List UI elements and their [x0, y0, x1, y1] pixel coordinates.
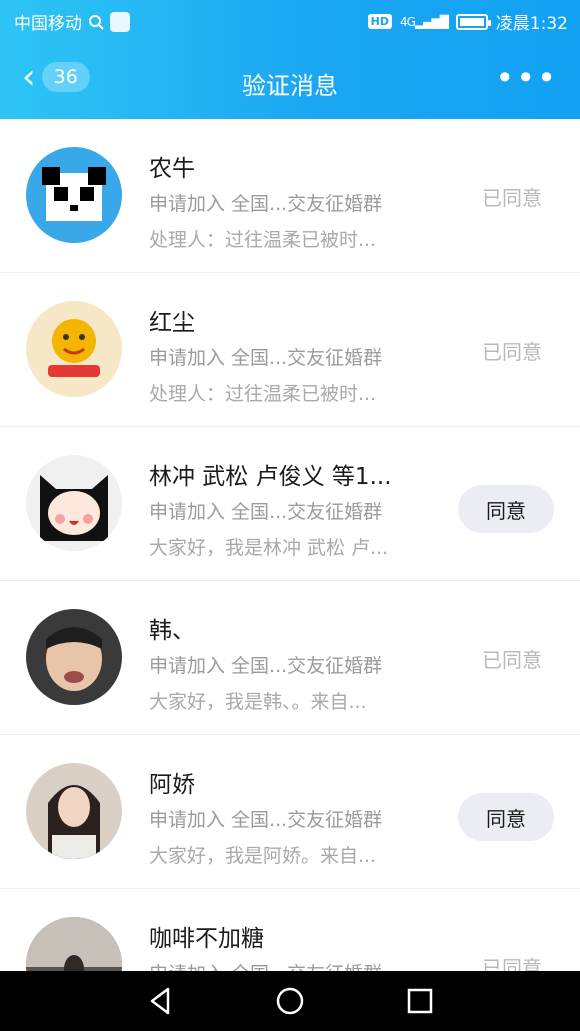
notification-app-icon [110, 11, 130, 32]
hd-icon: HD [367, 14, 392, 29]
request-detail: 大家好，我是阿娇。来自... [149, 845, 377, 867]
carrier-label: 中国移动 [14, 14, 82, 34]
list-item[interactable]: 农牛 申请加入 全国...交友征婚群 处理人：过往温柔已被时... 已同意 [0, 119, 580, 273]
battery-icon [455, 13, 491, 30]
page-title: 验证消息 [242, 72, 338, 100]
requester-name: 林冲 武松 卢俊义 等1... [149, 464, 392, 490]
avatar [26, 147, 122, 243]
panda-avatar-image [42, 167, 106, 221]
avatar [26, 455, 122, 551]
list-item[interactable]: 红尘 申请加入 全国...交友征婚群 处理人：过往温柔已被时... 已同意 [0, 273, 580, 427]
status-label: 已同意 [482, 186, 542, 210]
child-photo-avatar-image [46, 627, 102, 691]
request-group: 申请加入 全国...交友征婚群 [149, 193, 383, 215]
requester-name: 韩、 [149, 618, 195, 644]
request-group: 申请加入 全国...交友征婚群 [149, 809, 383, 831]
requester-name: 农牛 [149, 156, 195, 182]
signal-icon: 4G▂▄▆█ [399, 14, 449, 29]
status-label: 已同意 [482, 956, 542, 971]
network-type-label: 4G [399, 14, 416, 29]
back-triangle-icon[interactable] [144, 985, 176, 1017]
landscape-avatar-image [26, 917, 122, 971]
top-header: 中国移动 HD 4G▂▄▆█ 凌晨1:32 ‹ 36 验证消息 ••• [0, 0, 580, 119]
avatar [26, 609, 122, 705]
system-nav-bar [0, 971, 580, 1031]
request-detail: 处理人：过往温柔已被时... [149, 383, 377, 405]
status-label: 已同意 [482, 340, 542, 364]
agree-button[interactable]: 同意 [458, 485, 554, 533]
list-item[interactable]: 韩、 申请加入 全国...交友征婚群 大家好，我是韩、。来自... 已同意 [0, 581, 580, 735]
recent-apps-square-icon[interactable] [404, 985, 436, 1017]
search-icon [89, 14, 104, 30]
request-group: 申请加入 全国...交友征婚群 [149, 655, 383, 677]
request-detail: 大家好，我是韩、。来自... [149, 691, 367, 713]
status-bar: 中国移动 HD 4G▂▄▆█ 凌晨1:32 [0, 0, 580, 40]
agree-button[interactable]: 同意 [458, 793, 554, 841]
request-detail: 处理人：过往温柔已被时... [149, 229, 377, 251]
request-group: 申请加入 全国...交友征婚群 [149, 501, 383, 523]
more-options-button[interactable]: ••• [495, 62, 558, 94]
woman-photo-avatar-image [48, 785, 100, 859]
home-circle-icon[interactable] [274, 985, 306, 1017]
list-item[interactable]: 林冲 武松 卢俊义 等1... 申请加入 全国...交友征婚群 大家好，我是林冲… [0, 427, 580, 581]
nav-bar: ‹ 36 验证消息 ••• [0, 44, 580, 116]
cat-avatar-image [40, 475, 108, 541]
requester-name: 阿娇 [149, 772, 195, 798]
clock-label: 凌晨1:32 [495, 14, 568, 34]
request-group: 申请加入 全国...交友征婚群 [149, 347, 383, 369]
request-group: 申请加入 全国...交友征婚群 [149, 959, 382, 971]
list-item[interactable]: 阿娇 申请加入 全国...交友征婚群 大家好，我是阿娇。来自... 同意 [0, 735, 580, 889]
avatar [26, 763, 122, 859]
status-label: 已同意 [482, 648, 542, 672]
list-item[interactable]: 咖啡不加糖 申请加入 全国...交友征婚群 已同意 [0, 889, 580, 971]
verification-list: 农牛 申请加入 全国...交友征婚群 处理人：过往温柔已被时... 已同意 红尘… [0, 119, 580, 971]
avatar [26, 301, 122, 397]
requester-name: 红尘 [149, 310, 195, 336]
cartoon-avatar-image [48, 319, 100, 377]
requester-name: 咖啡不加糖 [149, 926, 264, 952]
avatar [26, 917, 122, 971]
request-detail: 大家好，我是林冲 武松 卢... [149, 537, 389, 559]
